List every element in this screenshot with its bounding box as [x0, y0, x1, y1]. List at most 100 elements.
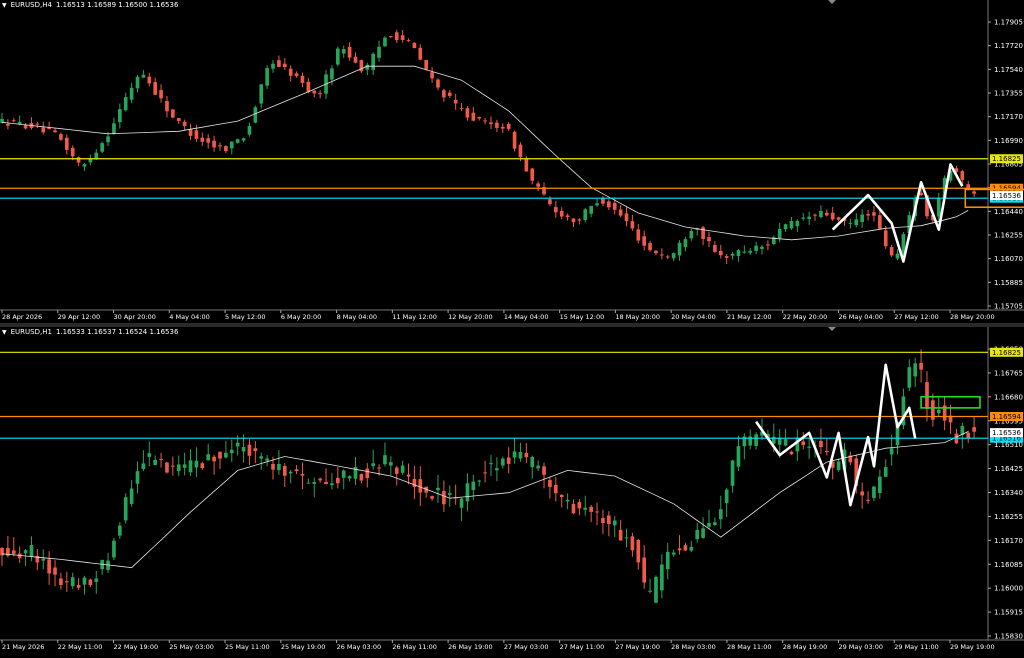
candle-body: [94, 578, 99, 582]
candle-body: [607, 201, 611, 208]
candle-body: [642, 236, 647, 246]
chart-svg-h1[interactable]: 1.168501.167651.166801.165951.165101.164…: [0, 327, 1024, 654]
candle-body: [465, 483, 470, 502]
candle-body: [6, 123, 10, 126]
chart-panel-h4[interactable]: 1.17905 1.17720 1.17540 1.17355 1.17170 1.169…: [0, 0, 1024, 324]
candle-body: [430, 72, 434, 79]
candle-body: [754, 245, 758, 251]
candle-body: [936, 197, 941, 217]
candle-body: [589, 506, 593, 512]
time-tick-label: 20 May 04:00: [671, 313, 716, 321]
time-tick-label: 28 May 11:00: [727, 643, 772, 651]
candle-body: [742, 251, 747, 253]
candle-body: [141, 74, 146, 78]
candle-body: [518, 144, 523, 158]
candle-body: [383, 455, 387, 465]
price-tick-label: 1.16425: [994, 465, 1023, 473]
candle-body: [925, 382, 929, 409]
time-tick-label: 5 May 12:00: [225, 313, 265, 321]
candle-body: [801, 217, 806, 219]
time-tick-label: 18 May 20:00: [615, 313, 660, 321]
candle-body: [913, 363, 918, 377]
scroll-marker-icon: [828, 0, 836, 4]
candle-body: [500, 458, 505, 466]
candle-body: [171, 465, 175, 467]
candle-body: [495, 468, 499, 471]
candle-body: [312, 482, 317, 484]
candle-body: [536, 183, 540, 187]
candle-body: [854, 219, 859, 226]
candle-body: [365, 468, 370, 479]
candle-body: [936, 409, 941, 414]
candle-body: [707, 237, 711, 242]
candle-body: [153, 82, 158, 95]
ohlc-label: 1.16533 1.16537 1.16524 1.16536: [55, 328, 179, 336]
candle-body: [165, 100, 169, 112]
candle-body: [583, 507, 588, 510]
scroll-marker-icon: [828, 327, 836, 331]
candle-body: [112, 540, 116, 558]
candle-body: [671, 552, 676, 555]
candle-body: [701, 528, 705, 538]
time-tick-label: 28 Apr 2026: [2, 313, 42, 321]
price-tick-label: 1.16000: [994, 585, 1023, 593]
candle-body: [848, 222, 853, 224]
candle-body: [377, 467, 381, 469]
candle-body: [548, 480, 552, 487]
price-tick-label: 1.16170: [994, 537, 1023, 545]
chart-header: ▼ EURUSD,H4 1.16513 1.16589 1.16500 1.16…: [2, 1, 178, 9]
candle-body: [595, 203, 599, 206]
candle-body: [200, 463, 205, 469]
candle-body: [830, 212, 835, 220]
time-tick-label: 4 May 04:00: [169, 313, 209, 321]
candle-body: [872, 212, 876, 216]
candle-body: [730, 460, 735, 486]
candle-body: [176, 118, 181, 122]
candle-body: [695, 529, 700, 540]
candle-body: [559, 494, 564, 497]
candle-body: [389, 462, 393, 466]
candle-body: [683, 239, 688, 248]
dropdown-triangle-icon[interactable]: ▼: [2, 2, 7, 9]
candle-body: [147, 76, 152, 84]
candle-body: [318, 478, 322, 481]
candle-body: [206, 138, 211, 143]
price-tick-label: 1.17720: [994, 42, 1023, 50]
candle-body: [524, 452, 529, 458]
chart-svg-h4[interactable]: 1.17905 1.17720 1.17540 1.17355 1.17170 1.169…: [0, 0, 1024, 324]
candle-body: [165, 462, 169, 473]
candle-body: [819, 210, 823, 217]
candle-body: [182, 121, 187, 127]
candle-body: [112, 123, 116, 134]
dropdown-triangle-icon[interactable]: ▼: [2, 329, 7, 336]
candle-body: [824, 450, 829, 453]
candle-body: [29, 545, 34, 557]
candle-body: [353, 56, 358, 63]
candle-body: [436, 487, 440, 491]
time-tick-label: 15 May 12:00: [560, 313, 605, 321]
candle-body: [141, 463, 146, 470]
level-price-label: 1.16594: [992, 413, 1021, 421]
candle-body: [477, 480, 482, 482]
symbol-label: EURUSD,H4: [10, 1, 52, 9]
candle-body: [718, 250, 723, 256]
chart-panel-h1[interactable]: 1.168501.167651.166801.165951.165101.164…: [0, 327, 1024, 654]
candle-body: [677, 548, 682, 551]
candle-body: [789, 451, 794, 455]
time-tick-label: 27 May 12:00: [894, 313, 939, 321]
candle-body: [306, 81, 311, 92]
candle-body: [506, 123, 511, 129]
candle-body: [23, 550, 28, 554]
candle-body: [836, 217, 841, 220]
time-tick-label: 22 May 19:00: [114, 643, 159, 651]
candle-body: [459, 498, 464, 508]
time-tick-label: 27 May 03:00: [504, 643, 549, 651]
candle-body: [182, 464, 187, 468]
candle-body: [960, 171, 965, 180]
candle-body: [630, 536, 635, 551]
candle-body: [836, 461, 841, 471]
candle-body: [624, 213, 629, 222]
candle-body: [559, 210, 564, 217]
candle-body: [777, 228, 782, 239]
candle-body: [636, 539, 641, 563]
